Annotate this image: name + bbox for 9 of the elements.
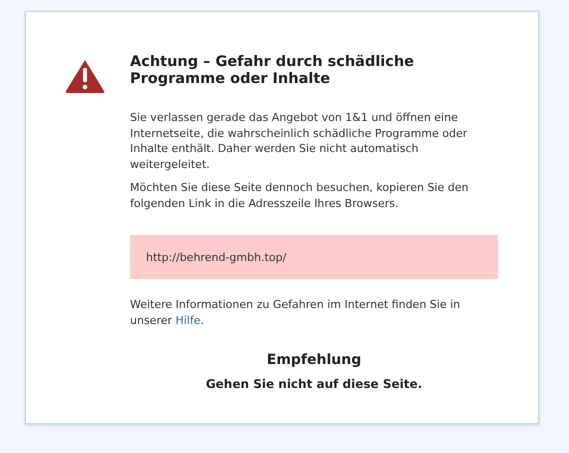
recommendation-heading: Empfehlung (266, 352, 362, 368)
warning-title: Achtung – Gefahr durch schädliche Programme oder Inhalte (130, 54, 416, 88)
warning-paragraph: Möchten Sie diese Seite dennoch besuchen, kopieren Sie den folgenden Link in die Adresszeile Ihres Browsers. (130, 180, 470, 211)
url-text: http://behrend-gmbh.top/ (146, 250, 286, 264)
warning-icon (65, 59, 105, 93)
info-sentence: Weitere Informationen zu Gefahren im Internet finden Sie in unserer Hilfe. (130, 297, 462, 328)
recommendation-text: Gehen Sie nicht auf diese Seite. (206, 377, 422, 391)
help-link[interactable]: Hilfe (176, 314, 201, 326)
warning-paragraph: Sie verlassen gerade das Angebot von 1&1 und öffnen eine Internetseite, die wahrscheinlich schädliche Programme oder Inhalte enthält. Daher werden Sie nicht automatisch weitergeleitet. (130, 110, 468, 172)
